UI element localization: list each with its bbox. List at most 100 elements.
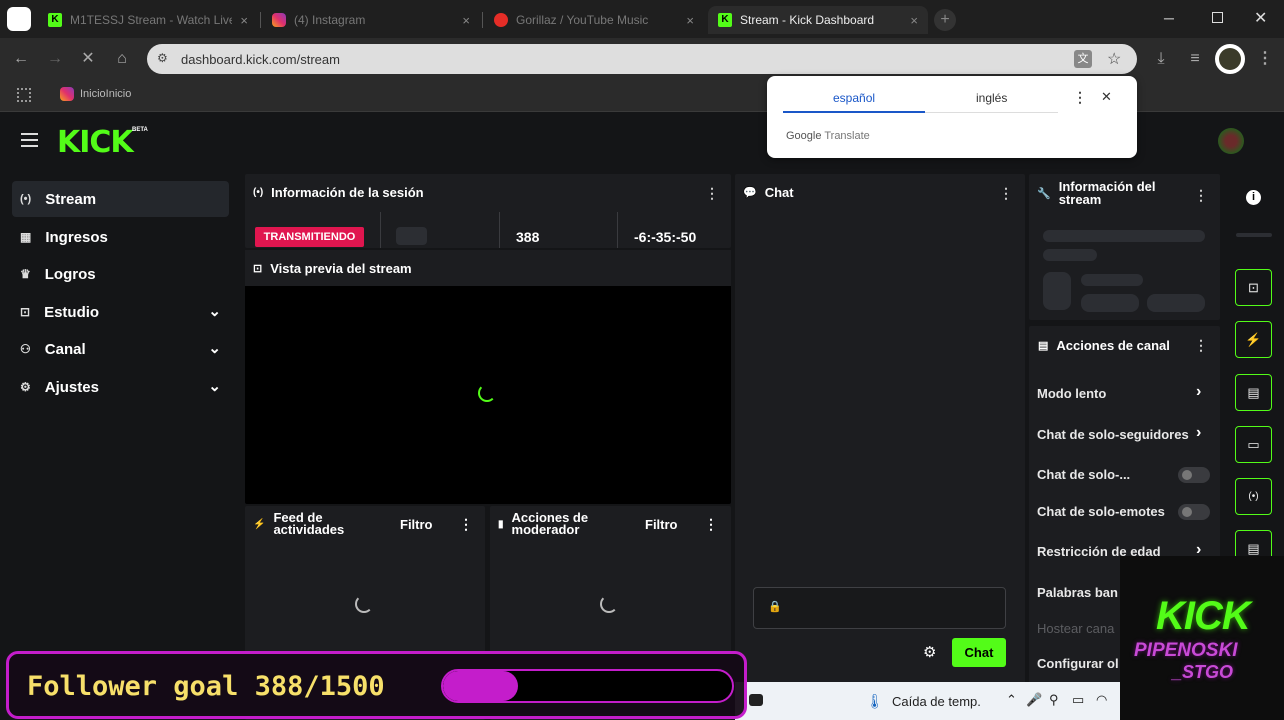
action-subscribers-only[interactable]: Chat de solo-... bbox=[1037, 467, 1130, 482]
browser-tab[interactable]: (4) Instagram × bbox=[262, 6, 480, 34]
wifi-icon[interactable]: ◠ bbox=[1096, 692, 1107, 708]
translate-popup: español inglés ⋮ ✕ Google Translate bbox=[767, 76, 1137, 158]
browser-tab-active[interactable]: K Stream - Kick Dashboard × bbox=[708, 6, 928, 34]
close-tab-icon[interactable]: × bbox=[910, 13, 918, 28]
field-divider bbox=[380, 212, 381, 248]
broadcast-shortcut-button[interactable]: (•) bbox=[1235, 478, 1272, 515]
minimize-icon[interactable]: ─ bbox=[1164, 10, 1174, 26]
translate-lang-source[interactable]: español bbox=[833, 91, 875, 105]
follower-goal-widget: Follower goal 388/1500 bbox=[6, 651, 747, 719]
thermometer-icon: 🌡 bbox=[866, 693, 884, 709]
status-badge: TRANSMITIENDO bbox=[255, 227, 364, 247]
user-avatar[interactable] bbox=[1218, 128, 1244, 154]
loading-placeholder bbox=[1081, 294, 1139, 312]
emotes-only-toggle[interactable] bbox=[1178, 504, 1210, 520]
action-followers-only[interactable]: Chat de solo-seguidores bbox=[1037, 427, 1190, 442]
broadcast-icon: (•) bbox=[20, 193, 32, 205]
chevron-right-icon[interactable]: › bbox=[1196, 424, 1201, 442]
app-icon[interactable] bbox=[749, 694, 763, 706]
chevron-up-icon[interactable]: ⌃ bbox=[1006, 692, 1017, 708]
more-options-icon[interactable]: ⋮ bbox=[459, 516, 473, 533]
close-tab-icon[interactable]: × bbox=[686, 13, 694, 28]
follower-goal-label: Follower goal 388/1500 bbox=[27, 671, 385, 702]
menu-dots-icon[interactable]: ⋮ bbox=[1254, 48, 1276, 70]
apps-grid-icon[interactable] bbox=[17, 88, 31, 102]
browser-tab[interactable]: Gorillaz / YouTube Music × bbox=[484, 6, 704, 34]
more-options-icon[interactable]: ⋮ bbox=[999, 185, 1013, 202]
field-divider bbox=[499, 212, 500, 248]
loading-spinner bbox=[478, 384, 496, 402]
quick-actions-button[interactable]: ⚡ bbox=[1235, 321, 1272, 358]
action-slow-mode[interactable]: Modo lento bbox=[1037, 386, 1106, 401]
chart-icon: ▦ bbox=[20, 230, 32, 244]
chat-input[interactable]: 🔒 bbox=[753, 587, 1006, 629]
rail-divider bbox=[1236, 233, 1272, 237]
loading-placeholder bbox=[1043, 249, 1097, 261]
sidebar-item-ingresos[interactable]: ▦ Ingresos bbox=[12, 219, 229, 255]
site-settings-icon[interactable]: ⚙ bbox=[157, 51, 168, 65]
action-emotes-only[interactable]: Chat de solo-emotes bbox=[1037, 504, 1165, 519]
instagram-favicon bbox=[60, 87, 74, 101]
action-banned-words[interactable]: Palabras ban bbox=[1037, 585, 1118, 600]
profile-avatar[interactable] bbox=[7, 7, 31, 31]
close-tab-icon[interactable]: × bbox=[462, 13, 470, 28]
users-icon: ⚇ bbox=[20, 342, 31, 356]
back-icon[interactable]: ← bbox=[10, 48, 32, 70]
kick-logo[interactable]: KICK bbox=[57, 125, 134, 160]
more-options-icon[interactable]: ⋮ bbox=[1194, 187, 1208, 204]
restore-icon[interactable] bbox=[1212, 12, 1223, 23]
microphone-icon[interactable]: 🎤 bbox=[1026, 692, 1042, 708]
profile-avatar[interactable] bbox=[1215, 44, 1245, 74]
chevron-down-icon[interactable]: ⌄ bbox=[208, 302, 221, 320]
notes-button[interactable]: ▤ bbox=[1235, 374, 1272, 411]
sidebar-item-label: Stream bbox=[45, 190, 97, 208]
translate-icon[interactable]: 文 bbox=[1074, 50, 1092, 68]
windows-taskbar: 🌡 Caída de temp. ⌃ 🎤 ⚲ ▭ ◠ bbox=[735, 682, 1125, 720]
sidebar-item-label: Ajustes bbox=[44, 378, 99, 396]
address-bar[interactable]: ⚙ dashboard.kick.com/stream 文 ☆ bbox=[147, 44, 1137, 74]
chevron-down-icon[interactable]: ⌄ bbox=[208, 377, 221, 395]
filter-button[interactable]: Filtro bbox=[400, 517, 433, 532]
sidebar-item-label: Canal bbox=[44, 340, 86, 358]
preview-shortcut-button[interactable]: ⊡ bbox=[1235, 269, 1272, 306]
chat-settings-icon[interactable]: ⚙ bbox=[923, 643, 936, 661]
close-window-icon[interactable]: ✕ bbox=[1254, 8, 1267, 28]
chat-shortcut-button[interactable]: ▭ bbox=[1235, 426, 1272, 463]
instagram-favicon bbox=[272, 13, 286, 27]
new-tab-button[interactable]: + bbox=[934, 9, 956, 31]
bookmark-star-icon[interactable]: ☆ bbox=[1107, 49, 1121, 69]
home-icon[interactable]: ⌂ bbox=[111, 48, 133, 70]
sidebar-item-canal[interactable]: ⚇ Canal ⌄ bbox=[12, 331, 229, 367]
sidebar-item-ajustes[interactable]: ⚙ Ajustes ⌄ bbox=[12, 369, 229, 405]
panel-header: 🔧 Información del stream ⋮ bbox=[1029, 178, 1220, 208]
sidebar-item-stream[interactable]: (•) Stream bbox=[12, 181, 229, 217]
wrench-icon: 🔧 bbox=[1037, 187, 1051, 200]
more-options-icon[interactable]: ⋮ bbox=[1194, 337, 1208, 354]
more-options-icon[interactable]: ⋮ bbox=[704, 516, 718, 533]
info-icon[interactable]: i bbox=[1246, 190, 1261, 205]
subscribers-only-toggle[interactable] bbox=[1178, 467, 1210, 483]
url-text: dashboard.kick.com/stream bbox=[181, 51, 340, 67]
translate-options-icon[interactable]: ⋮ bbox=[1073, 89, 1087, 106]
media-control-icon[interactable]: ≡ bbox=[1184, 48, 1206, 70]
stop-loading-icon[interactable]: ✕ bbox=[77, 48, 99, 70]
close-tab-icon[interactable]: × bbox=[240, 13, 248, 28]
youtube-music-favicon bbox=[494, 13, 508, 27]
more-options-icon[interactable]: ⋮ bbox=[705, 185, 719, 202]
chevron-right-icon[interactable]: › bbox=[1196, 383, 1201, 401]
chevron-down-icon[interactable]: ⌄ bbox=[208, 339, 221, 357]
bookmark-item[interactable]: InicioInicio bbox=[60, 87, 131, 101]
download-icon[interactable]: ⤓ bbox=[1150, 48, 1172, 70]
weather-text[interactable]: Caída de temp. bbox=[892, 694, 981, 709]
forward-icon[interactable]: → bbox=[44, 48, 66, 70]
hamburger-menu-icon[interactable] bbox=[21, 133, 38, 147]
broadcast-icon: (•) bbox=[253, 186, 264, 198]
translate-lang-target[interactable]: inglés bbox=[976, 91, 1007, 105]
sidebar-item-estudio[interactable]: ⊡ Estudio ⌄ bbox=[12, 294, 229, 330]
filter-button[interactable]: Filtro bbox=[645, 517, 678, 532]
action-configure[interactable]: Configurar ol bbox=[1037, 656, 1119, 671]
send-chat-button[interactable]: Chat bbox=[952, 638, 1006, 667]
shield-icon: ▮ bbox=[498, 518, 504, 530]
browser-tab[interactable]: K M1TESSJ Stream - Watch Live × bbox=[38, 6, 258, 34]
sidebar-item-logros[interactable]: ♛ Logros bbox=[12, 256, 229, 292]
